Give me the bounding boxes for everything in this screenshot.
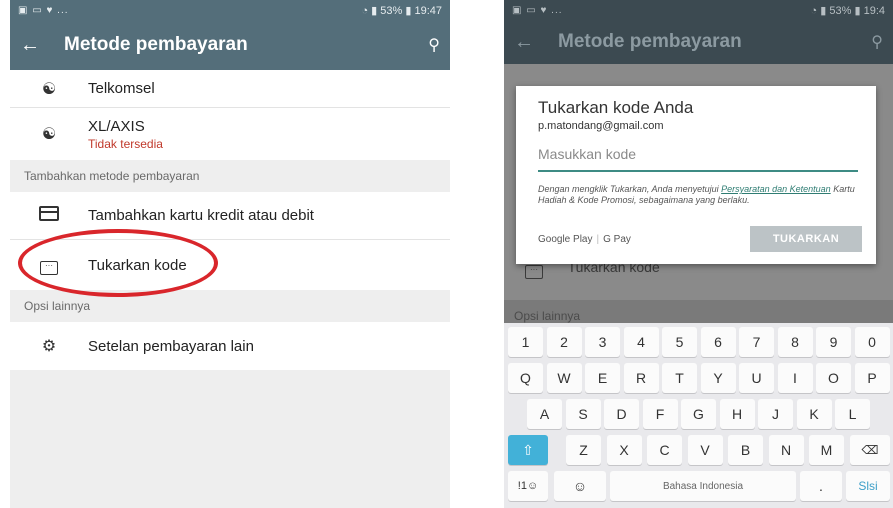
brand-logos: Google Play | G Pay <box>538 233 631 245</box>
key-w[interactable]: W <box>546 363 582 393</box>
key-m[interactable]: M <box>809 435 844 465</box>
back-arrow-icon[interactable]: ← <box>20 34 52 57</box>
wifi-signal-icon: ◔ ▮ <box>810 4 830 17</box>
account-email: p.matondang@gmail.com <box>538 120 664 132</box>
other-settings-label: Setelan pembayaran lain <box>88 337 254 355</box>
key-c[interactable]: C <box>647 435 682 465</box>
key-g[interactable]: G <box>681 399 716 429</box>
key-1[interactable]: 1 <box>508 327 543 357</box>
app-bar: ← Metode pembayaran ⚲ <box>504 20 893 64</box>
key-6[interactable]: 6 <box>700 327 736 357</box>
code-input[interactable]: Masukkan kode <box>538 146 858 172</box>
red-highlight-circle <box>18 229 218 297</box>
page-title: Metode pembayaran <box>558 31 742 52</box>
other-payment-settings-item[interactable]: ⚙ Setelan pembayaran lain <box>10 322 450 370</box>
key-7[interactable]: 7 <box>739 327 774 357</box>
key-p[interactable]: P <box>854 363 890 393</box>
key-9[interactable]: 9 <box>816 327 851 357</box>
key-n[interactable]: N <box>768 435 804 465</box>
clock: 19:47 <box>414 4 442 17</box>
google-play-logo: Google Play <box>538 233 593 245</box>
search-icon[interactable]: ⚲ <box>416 35 440 55</box>
gear-icon: ⚙ <box>41 338 57 355</box>
key-e[interactable]: E <box>585 363 620 393</box>
key-5[interactable]: 5 <box>662 327 697 357</box>
key-3[interactable]: 3 <box>585 327 620 357</box>
method-status: Tidak tersedia <box>88 136 163 151</box>
key-4[interactable]: 4 <box>623 327 659 357</box>
key-o[interactable]: O <box>816 363 851 393</box>
key-v[interactable]: V <box>687 435 723 465</box>
battery-percent: 53% <box>380 4 403 17</box>
search-icon: ⚲ <box>871 34 883 51</box>
symbols-key[interactable]: !1☺ <box>508 471 548 501</box>
key-i[interactable]: I <box>777 363 813 393</box>
key-2[interactable]: 2 <box>546 327 582 357</box>
payment-method-telkomsel[interactable]: ☯ Telkomsel <box>10 70 450 108</box>
notification-icons: ▣ ▭ ♥ ... <box>512 4 563 16</box>
period-key[interactable]: . <box>800 471 842 501</box>
back-arrow-icon: ← <box>514 30 534 53</box>
notification-icons: ▣ ▭ ♥ ... <box>18 4 69 16</box>
key-s[interactable]: S <box>565 399 601 429</box>
key-b[interactable]: B <box>728 435 763 465</box>
credit-card-icon <box>39 205 59 221</box>
page-title: Metode pembayaran <box>64 34 248 55</box>
key-f[interactable]: F <box>642 399 678 429</box>
key-j[interactable]: J <box>758 399 793 429</box>
method-label: Telkomsel <box>88 80 155 97</box>
signal-tower-icon: ☯ <box>41 80 57 98</box>
emoji-key[interactable]: ☺ <box>554 471 606 501</box>
shift-key[interactable]: ⇧ <box>508 435 548 465</box>
section-header-other: Opsi lainnya <box>10 290 450 322</box>
backspace-key[interactable]: ⌫ <box>850 435 890 465</box>
battery-icon: ▮ <box>854 4 861 17</box>
battery-percent: 53% <box>829 4 852 17</box>
battery-icon: ▮ <box>405 4 412 17</box>
on-screen-keyboard: 1234567890 QWERTYUIOP ASDFGHJKL ⇧ ⌫ ZXCV… <box>504 323 893 508</box>
phone-screen-left: ▣ ▭ ♥ ... ◔ ▮ 53% ▮ 19:47 ← Metode pemba… <box>10 0 450 508</box>
terms-link[interactable]: Persyaratan dan Ketentuan <box>721 184 831 194</box>
done-key[interactable]: Slsi <box>846 471 890 501</box>
key-d[interactable]: D <box>604 399 639 429</box>
key-q[interactable]: Q <box>508 363 543 393</box>
key-y[interactable]: Y <box>700 363 736 393</box>
key-h[interactable]: H <box>719 399 755 429</box>
redeem-code-dialog: Tukarkan kode Anda p.matondang@gmail.com… <box>516 86 876 264</box>
signal-tower-icon: ☯ <box>41 126 57 143</box>
key-8[interactable]: 8 <box>777 327 813 357</box>
status-bar: ▣ ▭ ♥ ... ◔ ▮ 53% ▮ 19:47 <box>10 0 450 20</box>
status-bar: ▣ ▭ ♥ ... ◔ ▮ 53% ▮ 19:4 <box>504 0 893 20</box>
key-u[interactable]: U <box>739 363 774 393</box>
code-card-icon: ··· <box>525 265 543 279</box>
key-t[interactable]: T <box>662 363 697 393</box>
space-key[interactable]: Bahasa Indonesia <box>610 471 796 501</box>
section-header-add-method: Tambahkan metode pembayaran <box>10 160 450 192</box>
app-bar: ← Metode pembayaran ⚲ <box>10 20 450 70</box>
redeem-button[interactable]: TUKARKAN <box>750 226 862 252</box>
dialog-title: Tukarkan kode Anda <box>538 98 694 117</box>
phone-screen-right: ▣ ▭ ♥ ... ◔ ▮ 53% ▮ 19:4 ← Metode pembay… <box>504 0 893 508</box>
key-a[interactable]: A <box>527 399 562 429</box>
add-card-label: Tambahkan kartu kredit atau debit <box>88 207 314 224</box>
key-r[interactable]: R <box>623 363 659 393</box>
key-0[interactable]: 0 <box>854 327 890 357</box>
method-label: XL/AXIS <box>88 117 145 135</box>
key-l[interactable]: L <box>835 399 870 429</box>
key-z[interactable]: Z <box>566 435 601 465</box>
google-pay-logo: G Pay <box>603 233 631 245</box>
key-x[interactable]: X <box>606 435 642 465</box>
terms-text: Dengan mengklik Tukarkan, Anda menyetuju… <box>538 184 855 205</box>
key-k[interactable]: K <box>796 399 832 429</box>
payment-method-xl-axis[interactable]: ☯ XL/AXIS Tidak tersedia <box>10 108 450 160</box>
clock: 19:4 <box>863 4 885 17</box>
wifi-signal-icon: ◔ ▮ <box>361 4 381 17</box>
